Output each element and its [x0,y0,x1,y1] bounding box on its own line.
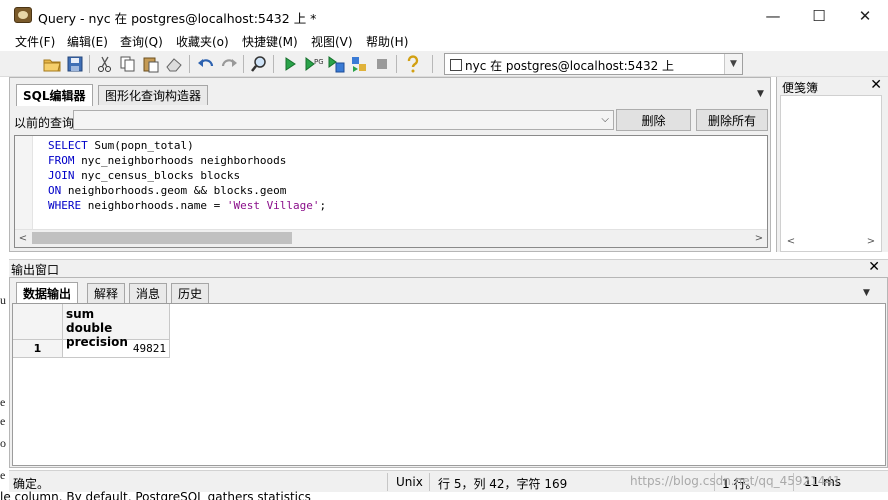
connection-checkbox[interactable] [450,59,462,71]
connection-select[interactable]: nyc 在 postgres@localhost:5432 上 ▼ [444,53,743,75]
code-line: JOIN nyc_census_blocks blocks [48,169,241,182]
tab-sql-editor[interactable]: SQL编辑器 [16,84,93,106]
open-folder-icon[interactable] [42,54,62,74]
svg-text:PG: PG [314,58,323,66]
background-text: e [0,468,6,482]
output-window-title: 输出窗口 [11,263,60,277]
scrollbar-thumb[interactable] [32,232,292,244]
output-panel: 数据输出 解释 消息 历史 ▼ sum double precision 1 4… [9,277,888,468]
previous-queries-select[interactable]: ⌵ [73,110,614,130]
toolbar-separator [273,55,274,73]
maximize-button[interactable]: ☐ [796,0,842,31]
output-window-header: 输出窗口 ✕ [9,259,888,277]
eraser-icon[interactable] [164,54,184,74]
minimize-button[interactable]: — [750,0,796,31]
tab-explain[interactable]: 解释 [87,283,126,303]
delete-button[interactable]: 删除 [616,109,691,131]
tab-graphical-query-builder[interactable]: 图形化查询构造器 [98,85,209,105]
chevron-down-icon: ⌵ [601,114,609,125]
scratch-pad-title: 便笺簿 [782,81,819,95]
tab-messages[interactable]: 消息 [129,283,168,303]
execute-icon[interactable] [280,54,300,74]
execute-to-file-icon[interactable] [326,54,346,74]
scroll-left-icon[interactable]: < [783,234,799,249]
chevron-down-icon[interactable]: ▼ [724,54,742,74]
close-icon[interactable]: ✕ [870,77,882,93]
sql-editor-panel: SQL编辑器 图形化查询构造器 ▼ 以前的查询 ⌵ 删除 删除所有 SELECT… [9,77,771,252]
menu-file[interactable]: 文件(F) [15,33,55,50]
stop-icon[interactable] [372,54,392,74]
close-icon[interactable]: ✕ [868,259,880,275]
save-icon[interactable] [65,54,85,74]
status-cursor-position: 行 5，列 42，字符 169 [438,477,568,491]
sql-code-editor[interactable]: SELECT Sum(popn_total) FROM nyc_neighbor… [14,135,768,248]
status-separator [387,473,388,491]
delete-all-button[interactable]: 删除所有 [696,109,768,131]
redo-icon[interactable] [219,54,239,74]
toolbar-separator [89,55,90,73]
column-header[interactable]: sum double precision [63,304,170,349]
close-button[interactable]: ✕ [842,0,888,31]
menu-edit[interactable]: 编辑(E) [67,33,108,50]
menu-shortcuts[interactable]: 快捷键(M) [242,33,298,50]
window-title: Query - nyc 在 postgres@localhost:5432 上 … [38,11,317,26]
toolbar-separator [189,55,190,73]
paste-icon[interactable] [141,54,161,74]
explain-icon[interactable]: PG [303,54,323,74]
background-text: u [0,293,6,307]
scratch-pad-textarea[interactable]: < > [780,95,882,252]
editor-gutter [15,136,33,230]
background-text: le column. By default, PostgreSQL gather… [0,491,311,500]
row-header[interactable]: 1 [13,340,63,358]
table-cell[interactable]: 49821 [63,340,170,358]
menu-view[interactable]: 视图(V) [311,33,353,50]
toolbar: PG nyc 在 postgres@localhost:5432 上 ▼ [0,51,888,77]
pgadmin-elephant-icon [14,7,32,23]
pgscript-icon[interactable] [349,54,369,74]
connection-label: nyc 在 postgres@localhost:5432 上 [465,59,675,73]
background-text: e [0,395,6,409]
results-grid[interactable]: sum double precision 1 49821 [12,303,886,466]
toolbar-separator [243,55,244,73]
find-icon[interactable] [249,54,269,74]
background-text: o [0,436,6,450]
previous-queries-label: 以前的查询 [14,116,75,130]
tab-menu-icon[interactable]: ▼ [757,89,764,99]
column-name: sum [66,307,95,321]
menu-help[interactable]: 帮助(H) [366,33,408,50]
grid-corner[interactable] [13,304,63,340]
copy-icon[interactable] [118,54,138,74]
cut-icon[interactable] [95,54,115,74]
help-icon[interactable] [403,54,423,74]
code-lines[interactable]: SELECT Sum(popn_total) FROM nyc_neighbor… [48,138,326,213]
scroll-right-icon[interactable]: > [863,234,879,249]
status-line-ending: Unix [396,475,423,489]
scroll-left-icon[interactable]: < [15,231,31,246]
scratch-pad-panel: 便笺簿 ✕ < > [776,77,888,252]
code-line: ON neighborhoods.geom && blocks.geom [48,184,287,197]
menu-query[interactable]: 查询(Q) [120,33,163,50]
scroll-right-icon[interactable]: > [751,231,767,246]
menu-bar: 文件(F) 编辑(E) 查询(Q) 收藏夹(o) 快捷键(M) 视图(V) 帮助… [0,31,888,51]
code-line: WHERE neighborhoods.name = 'West Village… [48,199,327,212]
tab-data-output[interactable]: 数据输出 [16,282,79,304]
tab-menu-icon[interactable]: ▼ [863,288,870,298]
title-bar: Query - nyc 在 postgres@localhost:5432 上 … [0,0,888,31]
tab-history[interactable]: 历史 [171,283,210,303]
code-line: SELECT Sum(popn_total) [48,139,194,152]
toolbar-separator [396,55,397,73]
undo-icon[interactable] [196,54,216,74]
watermark-text: https://blog.csdn.net/qq_45921441 [630,474,841,488]
background-text: e [0,414,6,428]
status-message: 确定。 [13,477,50,491]
menu-favorites[interactable]: 收藏夹(o) [176,33,229,50]
horizontal-scrollbar[interactable]: < > [15,229,767,247]
toolbar-separator [432,55,433,73]
code-line: FROM nyc_neighborhoods neighborhoods [48,154,287,167]
status-separator [429,473,430,491]
